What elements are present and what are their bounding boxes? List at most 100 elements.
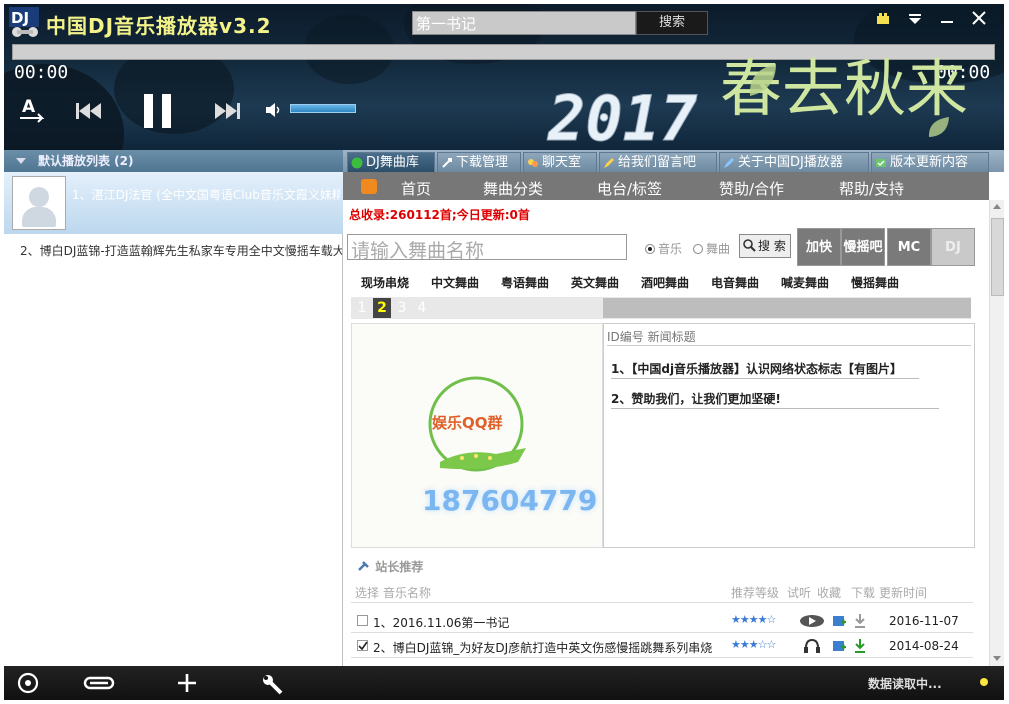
library-panel: DJ舞曲库 下载管理 聊天室 给我们留言吧 关于中国DJ播放器 版本更新内容 首… [343,150,1004,666]
tab-version-update[interactable]: 版本更新内容 [871,152,989,172]
previous-icon[interactable] [74,100,104,122]
volume-icon[interactable] [264,102,282,118]
genre-chinese[interactable]: 中文舞曲 [431,274,479,291]
leaf-icon [749,64,776,96]
recommend-title: 站长推荐 [357,558,423,575]
app-title: 中国DJ音乐播放器v3.2 [46,14,272,38]
pause-icon[interactable] [140,92,176,132]
hammer-icon [358,561,369,571]
search-input[interactable]: 第一书记 [412,11,636,35]
tab-dj-library[interactable]: DJ舞曲库 [347,152,435,172]
footer-toolbar: 数据读取中... [4,666,1004,700]
song-search-button[interactable]: 搜 索 [739,234,791,258]
nav-help[interactable]: 帮助/支持 [839,178,904,199]
song-name: 1、2016.11.06第一书记 [373,616,510,630]
volume-slider[interactable] [290,104,356,113]
dropdown-menu-icon[interactable] [904,10,926,30]
promo-banner[interactable]: 娱乐QQ群 187604779 [351,323,603,548]
scroll-thumb[interactable] [991,218,1004,296]
minimize-icon[interactable] [936,10,958,30]
tab-about[interactable]: 关于中国DJ播放器 [719,152,869,172]
genre-electronic[interactable]: 电音舞曲 [711,274,759,291]
news-header: ID编号 新闻标题 [607,330,696,344]
nav-home[interactable]: 首页 [401,178,431,199]
next-icon[interactable] [212,100,242,122]
genre-live-mix[interactable]: 现场串烧 [361,274,409,291]
nav-radio-tags[interactable]: 电台/标签 [597,178,662,199]
target-icon[interactable] [16,672,40,694]
nav-sponsor[interactable]: 赞助/合作 [719,178,784,199]
song-search-input[interactable]: 请输入舞曲名称 [347,234,627,262]
time-elapsed: 00:00 [14,62,69,83]
library-content: 总收录:260112首;今日更新:0首 请输入舞曲名称 音乐 舞曲 搜 索 加快… [343,200,989,666]
tab-download-manager[interactable]: 下载管理 [437,152,521,172]
category-speedup[interactable]: 加快 [797,228,841,266]
promo-text: 娱乐QQ群 [432,414,503,432]
page-4[interactable]: 4 [413,298,431,318]
favorite-icon[interactable] [831,638,847,654]
download-icon[interactable] [853,638,867,654]
category-dj[interactable]: DJ [931,228,975,266]
news-box [603,323,975,548]
avatar [12,176,66,230]
rating-stars: ★★★☆☆ [731,638,776,651]
genre-slow[interactable]: 慢摇舞曲 [851,274,899,291]
tab-bar: DJ舞曲库 下载管理 聊天室 给我们留言吧 关于中国DJ播放器 版本更新内容 [343,150,1004,172]
favorite-icon[interactable] [831,613,847,629]
scrollbar[interactable] [989,200,1004,666]
scroll-up-icon[interactable] [993,204,1001,209]
playlist-item-label: 1、湛江DJ法官 (全中文国粤语Club音乐文霞义妹精 [72,188,340,202]
playlist-panel: 默认播放列表 (2) 1、湛江DJ法官 (全中文国粤语Club音乐文霞义妹精 2… [4,150,343,666]
genre-bar[interactable]: 酒吧舞曲 [641,274,689,291]
category-mc[interactable]: MC [887,228,931,266]
playlist-item-2[interactable]: 2、博白DJ蓝锦-打造蓝翰辉先生私家车专用全中文慢摇车载大 [20,242,342,259]
svg-text:2017: 2017 [547,84,698,148]
table-row[interactable]: 2、博白DJ蓝锦_为好友DJ彦航打造中英文伤感慢摇跳舞系列串烧 ★★★☆☆ 20… [351,634,973,658]
stats-text: 总收录:260112首;今日更新:0首 [349,208,530,222]
page-3[interactable]: 3 [393,298,411,318]
category-slow-bar[interactable]: 慢摇吧 [841,228,885,266]
collapse-icon[interactable] [16,158,26,164]
svg-text:A: A [22,97,36,117]
genre-cantonese[interactable]: 粤语舞曲 [501,274,549,291]
page-2[interactable]: 2 [373,298,391,318]
row-checkbox[interactable] [357,615,368,626]
play-preview-icon[interactable] [799,614,825,628]
news-item-2[interactable]: 2、赞助我们，让我们更加坚硬! [611,390,781,407]
link-icon[interactable] [82,672,116,694]
nav-genres[interactable]: 舞曲分类 [483,178,543,199]
song-name: 2、博白DJ蓝锦_为好友DJ彦航打造中英文伤感慢摇跳舞系列串烧 [373,641,713,655]
playlist-header[interactable]: 默认播放列表 (2) [4,150,343,172]
leaf-icon [928,117,949,137]
page-1[interactable]: 1 [353,298,371,318]
skin-icon[interactable] [872,10,894,30]
tab-chatroom[interactable]: 聊天室 [523,152,597,172]
download-icon[interactable] [853,613,867,629]
row-checkbox[interactable] [357,640,368,651]
search-icon [743,239,756,252]
scroll-down-icon[interactable] [993,656,1001,661]
update-date: 2014-08-24 [889,639,959,653]
year-art: 2017 [547,84,699,148]
lyrics-icon[interactable]: A [18,96,48,124]
close-icon[interactable] [968,10,990,30]
status-text: 数据读取中... [868,677,942,691]
recommend-header: 选择 音乐名称 推荐等级 试听 收藏 下载 更新时间 [351,581,973,603]
playlist-item-1[interactable]: 1、湛江DJ法官 (全中文国粤语Club音乐文霞义妹精 [4,172,343,234]
table-row[interactable]: 1、2016.11.06第一书记 ★★★★☆ 2016-11-07 [351,609,973,633]
news-item-1[interactable]: 1、【中国dj音乐播放器】认识网络状态标志【有图片】 [611,360,902,377]
genre-mc[interactable]: 喊麦舞曲 [781,274,829,291]
update-date: 2016-11-07 [889,614,959,628]
dj-logo-icon: DJ [9,7,39,37]
radio-dance[interactable]: 舞曲 [693,240,730,257]
rating-stars: ★★★★☆ [731,613,776,626]
add-icon[interactable] [176,672,198,694]
search-button[interactable]: 搜索 [636,11,708,35]
home-icon[interactable] [361,179,377,194]
svg-text:DJ: DJ [11,9,29,27]
tab-message[interactable]: 给我们留言吧 [599,152,717,172]
wrench-icon[interactable] [260,672,284,696]
headphones-icon[interactable] [803,638,821,654]
radio-music[interactable]: 音乐 [645,240,682,257]
genre-english[interactable]: 英文舞曲 [571,274,619,291]
